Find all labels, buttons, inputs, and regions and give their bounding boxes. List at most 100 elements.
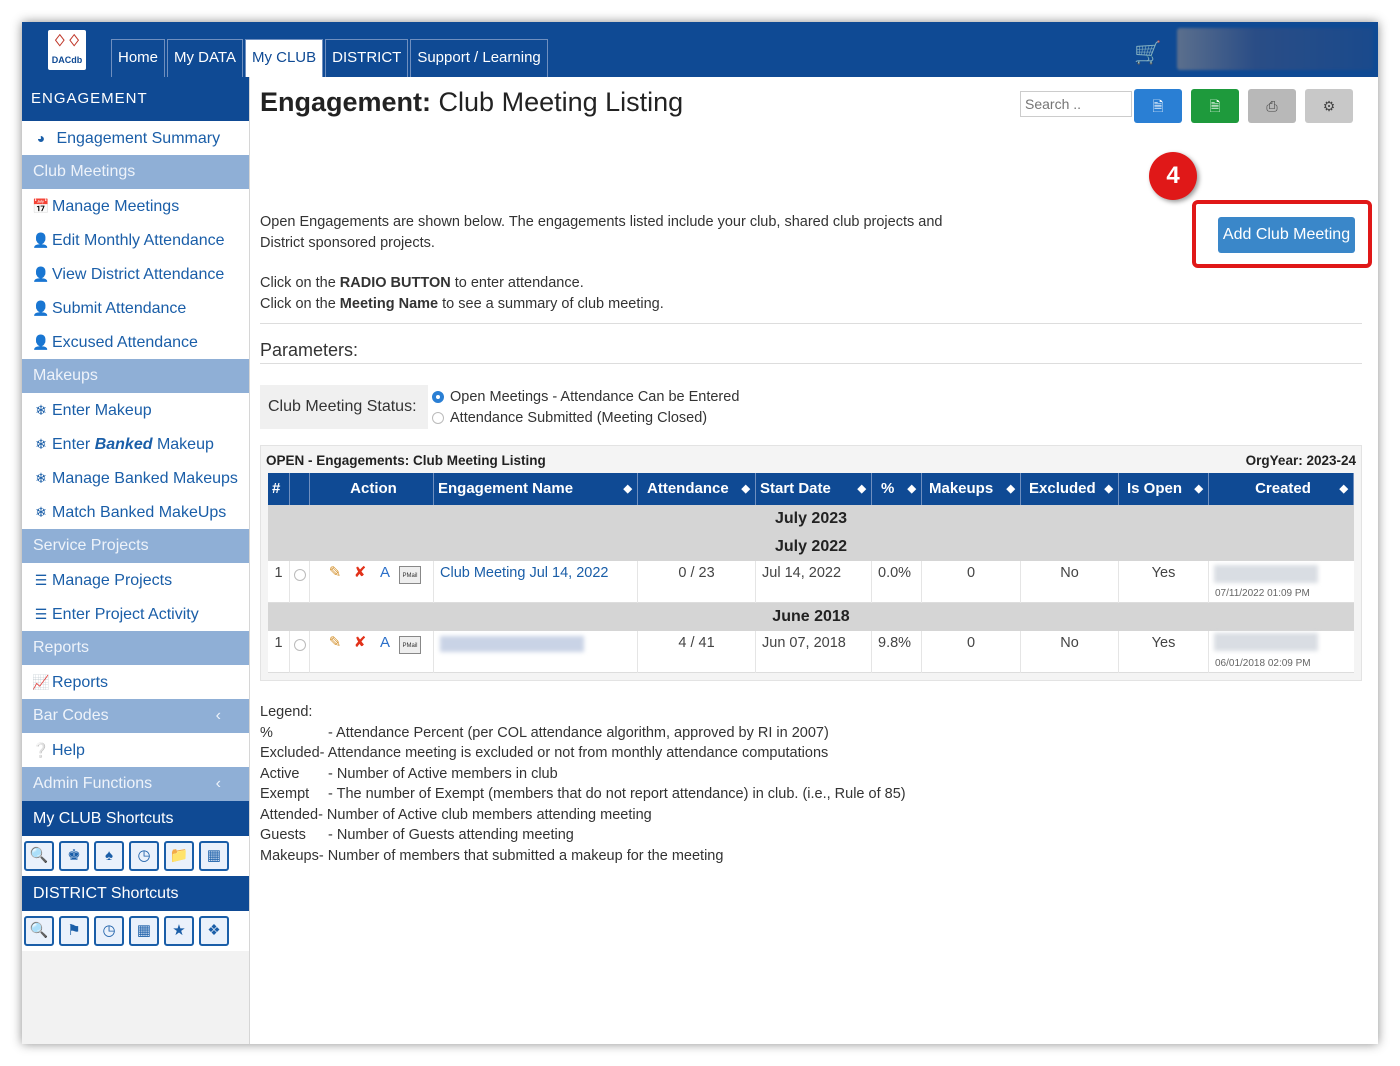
- intro-text: Open Engagements are shown below. The en…: [260, 212, 942, 254]
- sort-icon: ◆: [1104, 483, 1113, 495]
- legend-key: Attended: [260, 806, 319, 823]
- start-date-value: Jul 14, 2022: [756, 561, 872, 603]
- tab-district[interactable]: DISTRICT: [325, 39, 409, 77]
- board-icon[interactable]: ♚: [59, 841, 89, 871]
- legend-key: Guests: [260, 827, 306, 843]
- chevron-left-icon: ‹: [215, 707, 221, 724]
- created-by-redacted: [1214, 633, 1318, 651]
- legend-item: Active - Number of Active members in club: [260, 764, 906, 785]
- instructions: Click on the RADIO BUTTON to enter atten…: [260, 273, 664, 315]
- org-chart-icon[interactable]: ⚑: [59, 916, 89, 946]
- sidebar-item-enter-makeup[interactable]: ❄ Enter Makeup: [22, 393, 249, 427]
- legend-value: - Attendance meeting is excluded or not …: [319, 745, 829, 761]
- search-members-icon[interactable]: 🔍: [24, 841, 54, 871]
- month-group-header: June 2018: [268, 603, 1354, 631]
- search-district-icon[interactable]: 🔍: [24, 916, 54, 946]
- user-check-icon: 👤: [32, 334, 50, 350]
- sidebar-item-help[interactable]: ❔ Help: [22, 733, 249, 767]
- calendar-grid-icon[interactable]: ▦: [129, 916, 159, 946]
- legend-key: Makeups: [260, 847, 319, 864]
- sidebar-item-view-district-attendance[interactable]: 👤 View District Attendance: [22, 257, 249, 291]
- instruction-text: Click on the: [260, 275, 336, 291]
- sort-icon: ◆: [1006, 483, 1015, 495]
- col-header-start-date[interactable]: Start Date ◆: [756, 473, 872, 505]
- intro-line-2: District sponsored projects.: [260, 235, 435, 251]
- add-club-meeting-button[interactable]: Add Club Meeting: [1218, 217, 1355, 253]
- status-closed-option[interactable]: Attendance Submitted (Meeting Closed): [432, 408, 707, 429]
- sidebar-item-submit-attendance[interactable]: 👤 Submit Attendance: [22, 291, 249, 325]
- sidebar-item-manage-projects[interactable]: ☰ Manage Projects: [22, 563, 249, 597]
- tab-home[interactable]: Home: [111, 39, 166, 77]
- tab-my-club[interactable]: My CLUB: [244, 39, 324, 77]
- col-header-attendance[interactable]: Attendance ◆: [638, 473, 756, 505]
- sidebar-item-label: Manage Meetings: [52, 198, 180, 215]
- col-header-engagement-name[interactable]: Engagement Name ◆: [434, 473, 638, 505]
- sidebar-section-club-meetings[interactable]: Club Meetings: [22, 155, 249, 189]
- sidebar-section-bar-codes[interactable]: Bar Codes ‹: [22, 699, 249, 733]
- is-open-value: Yes: [1119, 561, 1209, 603]
- folder-icon[interactable]: 📁: [164, 841, 194, 871]
- tab-support-learning[interactable]: Support / Learning: [410, 39, 548, 77]
- sort-icon: ◆: [623, 483, 632, 495]
- col-header-makeups[interactable]: Makeups ◆: [922, 473, 1021, 505]
- attendance-value: 4 / 41: [638, 631, 756, 673]
- percent-value: 9.8%: [872, 631, 922, 673]
- col-header-excluded[interactable]: Excluded ◆: [1021, 473, 1119, 505]
- sidebar-item-label: Enter: [52, 436, 91, 453]
- instruction-bold: RADIO BUTTON: [339, 275, 451, 291]
- status-open-option[interactable]: Open Meetings - Attendance Can be Entere…: [432, 387, 739, 408]
- engagement-name-link[interactable]: Club Meeting Jul 14, 2022: [434, 561, 638, 603]
- history-icon[interactable]: ◷: [94, 916, 124, 946]
- sort-icon: ◆: [857, 483, 866, 495]
- radio-attendance-submitted[interactable]: [432, 412, 444, 424]
- table-row: 1 ✎ ✘ A PMail 4 / 41 Jun 07, 2018 9.8% 0…: [268, 631, 1354, 673]
- radio-open-meetings[interactable]: [432, 391, 444, 403]
- tab-my-data[interactable]: My DATA: [167, 39, 243, 77]
- sidebar-item-enter-banked-makeup[interactable]: ❄ Enter Banked Makeup: [22, 427, 249, 461]
- grants-icon[interactable]: ❖: [199, 916, 229, 946]
- radio-label: Attendance Submitted (Meeting Closed): [450, 410, 708, 426]
- month-group-header: July 2022: [268, 533, 1354, 561]
- calendar-grid-icon[interactable]: ▦: [199, 841, 229, 871]
- members-icon[interactable]: ♠: [94, 841, 124, 871]
- cart-icon[interactable]: 🛒: [1134, 40, 1161, 66]
- print-icon: ⎙: [1266, 98, 1278, 114]
- row-number: 1: [268, 631, 290, 673]
- sidebar-item-engagement-summary[interactable]: ◕ Engagement Summary: [22, 121, 249, 155]
- col-header-is-open[interactable]: Is Open ◆: [1119, 473, 1209, 505]
- user-profile-menu[interactable]: [1177, 28, 1373, 70]
- percent-value: 0.0%: [872, 561, 922, 603]
- group-photo-icon[interactable]: ★: [164, 916, 194, 946]
- parameters-heading: Parameters:: [260, 340, 359, 360]
- help-icon: ❔: [32, 742, 50, 758]
- puzzle-icon: ❄: [35, 470, 47, 486]
- col-header-label: Start Date: [760, 480, 831, 497]
- chevron-left-icon: ‹: [215, 775, 221, 792]
- row-select-radio[interactable]: [294, 639, 306, 651]
- sidebar-section-service-projects[interactable]: Service Projects: [22, 529, 249, 563]
- user-icon: 👤: [32, 266, 50, 282]
- dacdb-logo[interactable]: ♢♢ DACdb: [48, 30, 86, 70]
- col-header-created[interactable]: Created ◆: [1209, 473, 1354, 505]
- word-export-button[interactable]: 🗎: [1134, 89, 1182, 123]
- row-select-radio[interactable]: [294, 569, 306, 581]
- sidebar-item-reports[interactable]: 📈 Reports: [22, 665, 249, 699]
- sidebar-item-enter-project-activity[interactable]: ☰ Enter Project Activity: [22, 597, 249, 631]
- sidebar-section-makeups[interactable]: Makeups: [22, 359, 249, 393]
- step-callout-badge: 4: [1149, 152, 1197, 200]
- sidebar-item-excused-attendance[interactable]: 👤 Excused Attendance: [22, 325, 249, 359]
- district-shortcuts: 🔍 ⚑ ◷ ▦ ★ ❖: [22, 911, 249, 951]
- settings-button[interactable]: ⚙: [1305, 89, 1353, 123]
- sidebar-item-manage-meetings[interactable]: 📅 Manage Meetings: [22, 189, 249, 223]
- sidebar-item-manage-banked-makeups[interactable]: ❄ Manage Banked Makeups: [22, 461, 249, 495]
- search-input[interactable]: [1020, 91, 1132, 117]
- col-header-percent[interactable]: % ◆: [872, 473, 922, 505]
- sidebar-item-edit-monthly-attendance[interactable]: 👤 Edit Monthly Attendance: [22, 223, 249, 257]
- sidebar-item-match-banked-makeups[interactable]: ❄ Match Banked MakeUps: [22, 495, 249, 529]
- print-button[interactable]: ⎙: [1248, 89, 1296, 123]
- history-icon[interactable]: ◷: [129, 841, 159, 871]
- sidebar-section-reports[interactable]: Reports: [22, 631, 249, 665]
- excel-export-button[interactable]: 🗎: [1191, 89, 1239, 123]
- sidebar-section-admin-functions[interactable]: Admin Functions ‹: [22, 767, 249, 801]
- sidebar-item-label-emphasis: Banked: [94, 436, 153, 453]
